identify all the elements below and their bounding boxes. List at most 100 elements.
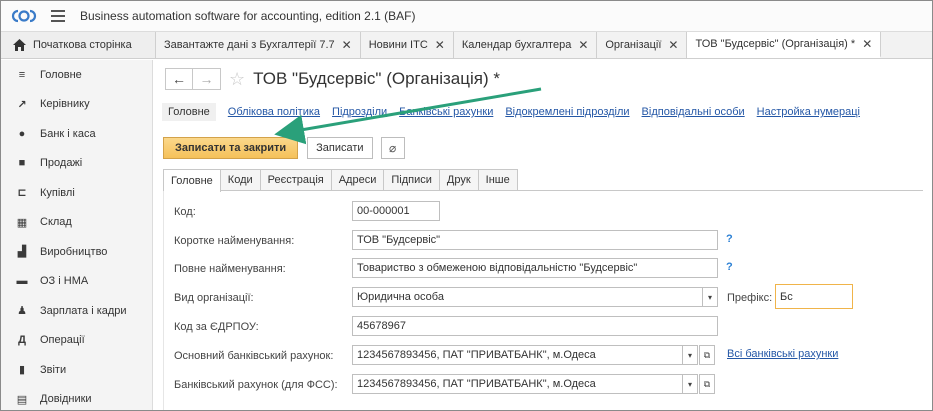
sidebar-item-operations[interactable]: Д Операції (1, 326, 152, 356)
favorite-star-icon[interactable]: ☆ (229, 70, 245, 88)
sidebar-item-reports[interactable]: ▮ Звіти (1, 355, 152, 385)
chevron-down-icon[interactable]: ▾ (702, 287, 718, 307)
fss-account-select[interactable]: 1234567893456, ПАТ "ПРИВАТБАНК", м.Одеса (352, 374, 683, 394)
section-current: Головне (162, 103, 216, 121)
open-icon[interactable]: ⧉ (699, 345, 715, 365)
short-name-input[interactable]: ТОВ "Будсервіс" (352, 230, 718, 250)
tab-organization-card[interactable]: ТОВ "Будсервіс" (Організація) * ✕ (687, 32, 882, 58)
all-bank-accounts-link[interactable]: Всі банківські рахунки (727, 348, 838, 360)
factory-icon: ▟ (17, 246, 27, 259)
tab-label: Завантажте дані з Бухгалтерії 7.7 (164, 39, 335, 51)
tab-signatures[interactable]: Підписи (383, 169, 440, 190)
sidebar-item-label: Операції (40, 334, 85, 347)
sidebar-item-label: Звіти (40, 363, 67, 376)
full-name-input[interactable]: Товариство з обмеженою відповідальністю … (352, 258, 718, 278)
tab-label: Календар бухгалтера (461, 39, 572, 51)
tab-codes[interactable]: Коди (219, 169, 261, 190)
sidebar-item-label: Купівлі (40, 186, 75, 199)
sidebar-item-label: Склад (40, 216, 72, 229)
sidebar-item-label: Продажі (40, 157, 83, 170)
tab-home[interactable]: Початкова сторінка (1, 32, 156, 58)
cart-icon: ⊏ (17, 187, 27, 200)
save-button[interactable]: Записати (307, 137, 373, 159)
forward-arrow-icon[interactable]: → (193, 68, 221, 90)
full-name-label: Повне найменування: (174, 263, 286, 275)
sidebar-item-label: Банк і каса (40, 127, 96, 140)
document-header: ← → ☆ ТОВ "Будсервіс" (Організація) * (165, 68, 500, 90)
close-icon[interactable]: ✕ (862, 37, 872, 51)
code-input[interactable]: 00-000001 (352, 201, 440, 221)
fss-account-label: Банківський рахунок (для ФСС): (174, 379, 338, 391)
organization-form: Код: 00-000001 Коротке найменування: ТОВ… (163, 191, 932, 410)
operations-icon: Д (18, 334, 26, 347)
app-title: Business automation software for account… (80, 9, 416, 23)
home-icon (13, 39, 26, 51)
trend-icon: ↗ (17, 98, 27, 111)
tab-label: ТОВ "Будсервіс" (Організація) * (695, 38, 856, 50)
tab-registration[interactable]: Реєстрація (259, 169, 332, 190)
tab-import-data[interactable]: Завантажте дані з Бухгалтерії 7.7 ✕ (156, 32, 361, 58)
link-accounting-policy[interactable]: Облікова політика (228, 106, 320, 118)
main-account-label: Основний банківський рахунок: (174, 350, 334, 362)
close-icon[interactable]: ✕ (342, 38, 352, 52)
sidebar: ≡ Головне ↗ Керівнику ● Банк і каса ■ Продаж… (1, 60, 153, 411)
tabs-bar: Початкова сторінка Завантажте дані з Бух… (1, 32, 932, 59)
short-name-label: Коротке найменування: (174, 235, 295, 247)
close-icon[interactable]: ✕ (578, 38, 588, 52)
sidebar-item-assets[interactable]: ▬ ОЗ і НМА (1, 267, 152, 297)
tab-other[interactable]: Інше (477, 169, 518, 190)
tab-main[interactable]: Головне (163, 169, 221, 192)
tab-calendar[interactable]: Календар бухгалтера ✕ (454, 32, 598, 58)
close-icon[interactable]: ✕ (435, 38, 445, 52)
chevron-down-icon[interactable]: ▾ (682, 374, 698, 394)
warehouse-icon: ▦ (16, 216, 28, 229)
sidebar-item-label: Виробництво (40, 245, 108, 258)
edrpou-input[interactable]: 45678967 (352, 316, 718, 336)
form-tabs: Головне Коди Реєстрація Адреси Підписи Д… (163, 169, 923, 192)
prefix-input[interactable]: Бс (775, 284, 853, 309)
link-bank-accounts[interactable]: Банківські рахунки (399, 106, 493, 118)
tab-addresses[interactable]: Адреси (330, 169, 385, 190)
section-links: Головне Облікова політика Підрозділи Бан… (162, 102, 860, 122)
back-arrow-icon[interactable]: ← (165, 68, 193, 90)
page-title: ТОВ "Будсервіс" (Організація) * (253, 69, 500, 88)
sidebar-item-production[interactable]: ▟ Виробництво (1, 237, 152, 267)
org-type-label: Вид організації: (174, 292, 254, 304)
org-type-select[interactable]: Юридична особа (352, 287, 703, 307)
sidebar-item-purchases[interactable]: ⊏ Купівлі (1, 178, 152, 208)
sidebar-item-main[interactable]: ≡ Головне (1, 60, 152, 90)
sidebar-item-label: Зарплата і кадри (40, 304, 127, 317)
menu-icon: ≡ (18, 68, 26, 81)
tab-news[interactable]: Новини ІТС ✕ (361, 32, 454, 58)
bag-icon: ■ (18, 157, 26, 170)
title-bar: Business automation software for account… (1, 1, 932, 32)
sidebar-item-bank[interactable]: ● Банк і каса (1, 119, 152, 149)
sidebar-item-label: Головне (40, 68, 82, 81)
sidebar-item-manager[interactable]: ↗ Керівнику (1, 90, 152, 120)
tab-organizations[interactable]: Організації ✕ (597, 32, 688, 58)
link-numbering-settings[interactable]: Настройка нумераці (757, 106, 860, 118)
sidebar-item-warehouse[interactable]: ▦ Склад (1, 208, 152, 238)
app-logo-icon (11, 9, 37, 23)
code-label: Код: (174, 206, 196, 218)
open-icon[interactable]: ⧉ (699, 374, 715, 394)
help-icon[interactable]: ? (726, 261, 733, 273)
coins-icon: ● (18, 127, 26, 140)
link-departments[interactable]: Підрозділи (332, 106, 387, 118)
link-separate-divisions[interactable]: Відокремлені підрозділи (505, 106, 629, 118)
link-responsible-persons[interactable]: Відповідальні особи (642, 106, 745, 118)
chevron-down-icon[interactable]: ▾ (682, 345, 698, 365)
save-and-close-button[interactable]: Записати та закрити (163, 137, 299, 159)
tab-label: Організації (605, 39, 662, 51)
tab-print[interactable]: Друк (438, 169, 479, 190)
sidebar-item-sales[interactable]: ■ Продажі (1, 149, 152, 179)
sidebar-item-salary[interactable]: ♟ Зарплата і кадри (1, 296, 152, 326)
paperclip-icon[interactable]: ⌀ (380, 137, 405, 159)
help-icon[interactable]: ? (726, 233, 733, 245)
main-account-select[interactable]: 1234567893456, ПАТ "ПРИВАТБАНК", м.Одеса (352, 345, 683, 365)
sidebar-item-directories[interactable]: ▤ Довідники (1, 385, 152, 411)
main-menu-icon[interactable] (51, 10, 65, 22)
book-icon: ▤ (16, 393, 28, 406)
close-icon[interactable]: ✕ (668, 38, 678, 52)
toolbar: Записати та закрити Записати ⌀ (163, 137, 405, 159)
